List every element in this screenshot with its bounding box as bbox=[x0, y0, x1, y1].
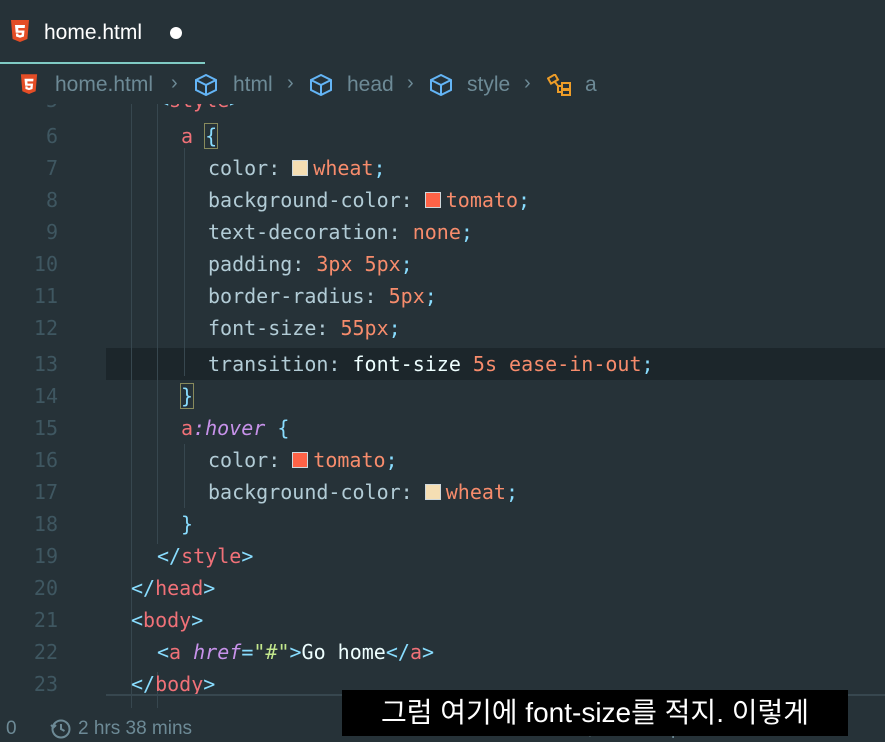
code-line: 8 background-color: tomato; bbox=[0, 184, 885, 216]
code-line: 16 color: tomato; bbox=[0, 444, 885, 476]
code-text: font-size: 55px; bbox=[208, 316, 401, 340]
breadcrumb-item-file[interactable]: home.html bbox=[55, 73, 153, 97]
line-number: 22 bbox=[33, 640, 58, 664]
code-line: 18 } bbox=[0, 508, 885, 540]
code-text: text-decoration: none; bbox=[208, 220, 473, 244]
line-number: 5 bbox=[0, 104, 58, 116]
line-number: 18 bbox=[33, 512, 58, 536]
code-text: color: wheat; bbox=[208, 156, 386, 180]
line-number: 13 bbox=[33, 352, 58, 376]
cube-icon bbox=[195, 74, 217, 96]
code-line: 9 text-decoration: none; bbox=[0, 216, 885, 248]
code-text: color: tomato; bbox=[208, 448, 398, 472]
chevron-right-icon: › bbox=[524, 72, 531, 94]
code-line-current: 13 transition: font-size 5s ease-in-out; bbox=[0, 348, 885, 380]
code-line: 5 <style> bbox=[0, 104, 885, 116]
cube-icon bbox=[310, 74, 332, 96]
code-line: 7 color: wheat; bbox=[0, 152, 885, 184]
chevron-right-icon: › bbox=[287, 72, 294, 94]
unsaved-dot-icon[interactable] bbox=[170, 27, 182, 39]
breadcrumb-item-html[interactable]: html bbox=[233, 73, 273, 97]
code-text: </style> bbox=[157, 544, 254, 568]
breadcrumb-item-head[interactable]: head bbox=[347, 73, 394, 97]
line-number: 11 bbox=[33, 284, 58, 308]
code-line: 17 background-color: wheat; bbox=[0, 476, 885, 508]
line-number: 8 bbox=[45, 188, 58, 212]
color-swatch-tomato[interactable] bbox=[292, 452, 309, 468]
code-text: <a href="#">Go home</a> bbox=[157, 640, 435, 664]
code-line: 14 } bbox=[0, 380, 885, 412]
code-line: 22 <a href="#">Go home</a> bbox=[0, 636, 885, 668]
code-text: } bbox=[179, 383, 195, 409]
color-swatch-tomato[interactable] bbox=[424, 192, 441, 208]
tab-label: home.html bbox=[44, 21, 143, 44]
chevron-right-icon: › bbox=[171, 72, 178, 94]
video-subtitle: 그럼 여기에 font-size를 적지. 이렇게 bbox=[342, 690, 848, 736]
line-number: 21 bbox=[33, 608, 58, 632]
line-number: 9 bbox=[45, 220, 58, 244]
code-line: 20 </head> bbox=[0, 572, 885, 604]
color-swatch-wheat[interactable] bbox=[292, 160, 309, 176]
code-text: a { bbox=[181, 123, 219, 149]
html5-icon bbox=[11, 20, 29, 42]
code-text: padding: 3px 5px; bbox=[208, 252, 413, 276]
code-text: a:hover { bbox=[181, 416, 290, 440]
cube-icon bbox=[430, 74, 452, 96]
breadcrumb: home.html › html › head › style › a bbox=[0, 64, 885, 104]
chevron-right-icon: › bbox=[407, 72, 414, 94]
code-line: 21 <body> bbox=[0, 604, 885, 636]
line-number: 6 bbox=[45, 124, 58, 148]
line-number: 15 bbox=[33, 416, 58, 440]
line-number: 10 bbox=[33, 252, 58, 276]
code-text: border-radius: 5px; bbox=[208, 284, 437, 308]
line-number: 19 bbox=[33, 544, 58, 568]
code-line: 10 padding: 3px 5px; bbox=[0, 248, 885, 280]
line-number: 12 bbox=[33, 316, 58, 340]
code-text: background-color: wheat; bbox=[208, 480, 519, 504]
symbol-class-icon bbox=[547, 74, 571, 96]
coding-time[interactable]: 2 hrs 38 mins bbox=[78, 718, 192, 740]
code-text: <style> bbox=[157, 104, 241, 116]
line-number: 17 bbox=[33, 480, 58, 504]
code-line: 19 </style> bbox=[0, 540, 885, 572]
code-line: 12 font-size: 55px; bbox=[0, 312, 885, 344]
code-text: background-color: tomato; bbox=[208, 188, 531, 212]
line-number: 16 bbox=[33, 448, 58, 472]
html5-icon bbox=[20, 74, 38, 94]
problems-count[interactable]: 0 bbox=[6, 718, 17, 740]
line-number: 7 bbox=[45, 156, 58, 180]
breadcrumb-item-a[interactable]: a bbox=[585, 73, 597, 97]
line-number: 23 bbox=[33, 672, 58, 696]
color-swatch-wheat[interactable] bbox=[424, 484, 441, 500]
line-number: 20 bbox=[33, 576, 58, 600]
tab-bar: home.html bbox=[0, 0, 885, 64]
breadcrumb-item-style[interactable]: style bbox=[467, 73, 510, 97]
line-number: 14 bbox=[33, 384, 58, 408]
code-text: transition: font-size 5s ease-in-out; bbox=[208, 352, 654, 376]
code-editor[interactable]: 5 <style> 6 a { 7 color: wheat; 8 backgr… bbox=[0, 104, 885, 708]
code-text: } bbox=[181, 512, 194, 536]
history-clock-icon bbox=[50, 719, 71, 739]
code-line: 6 a { bbox=[0, 120, 885, 152]
code-text: </head> bbox=[131, 576, 216, 600]
code-line: 11 border-radius: 5px; bbox=[0, 280, 885, 312]
code-text: <body> bbox=[131, 608, 204, 632]
code-line: 15 a:hover { bbox=[0, 412, 885, 444]
tab-home-html[interactable]: home.html bbox=[0, 0, 205, 64]
